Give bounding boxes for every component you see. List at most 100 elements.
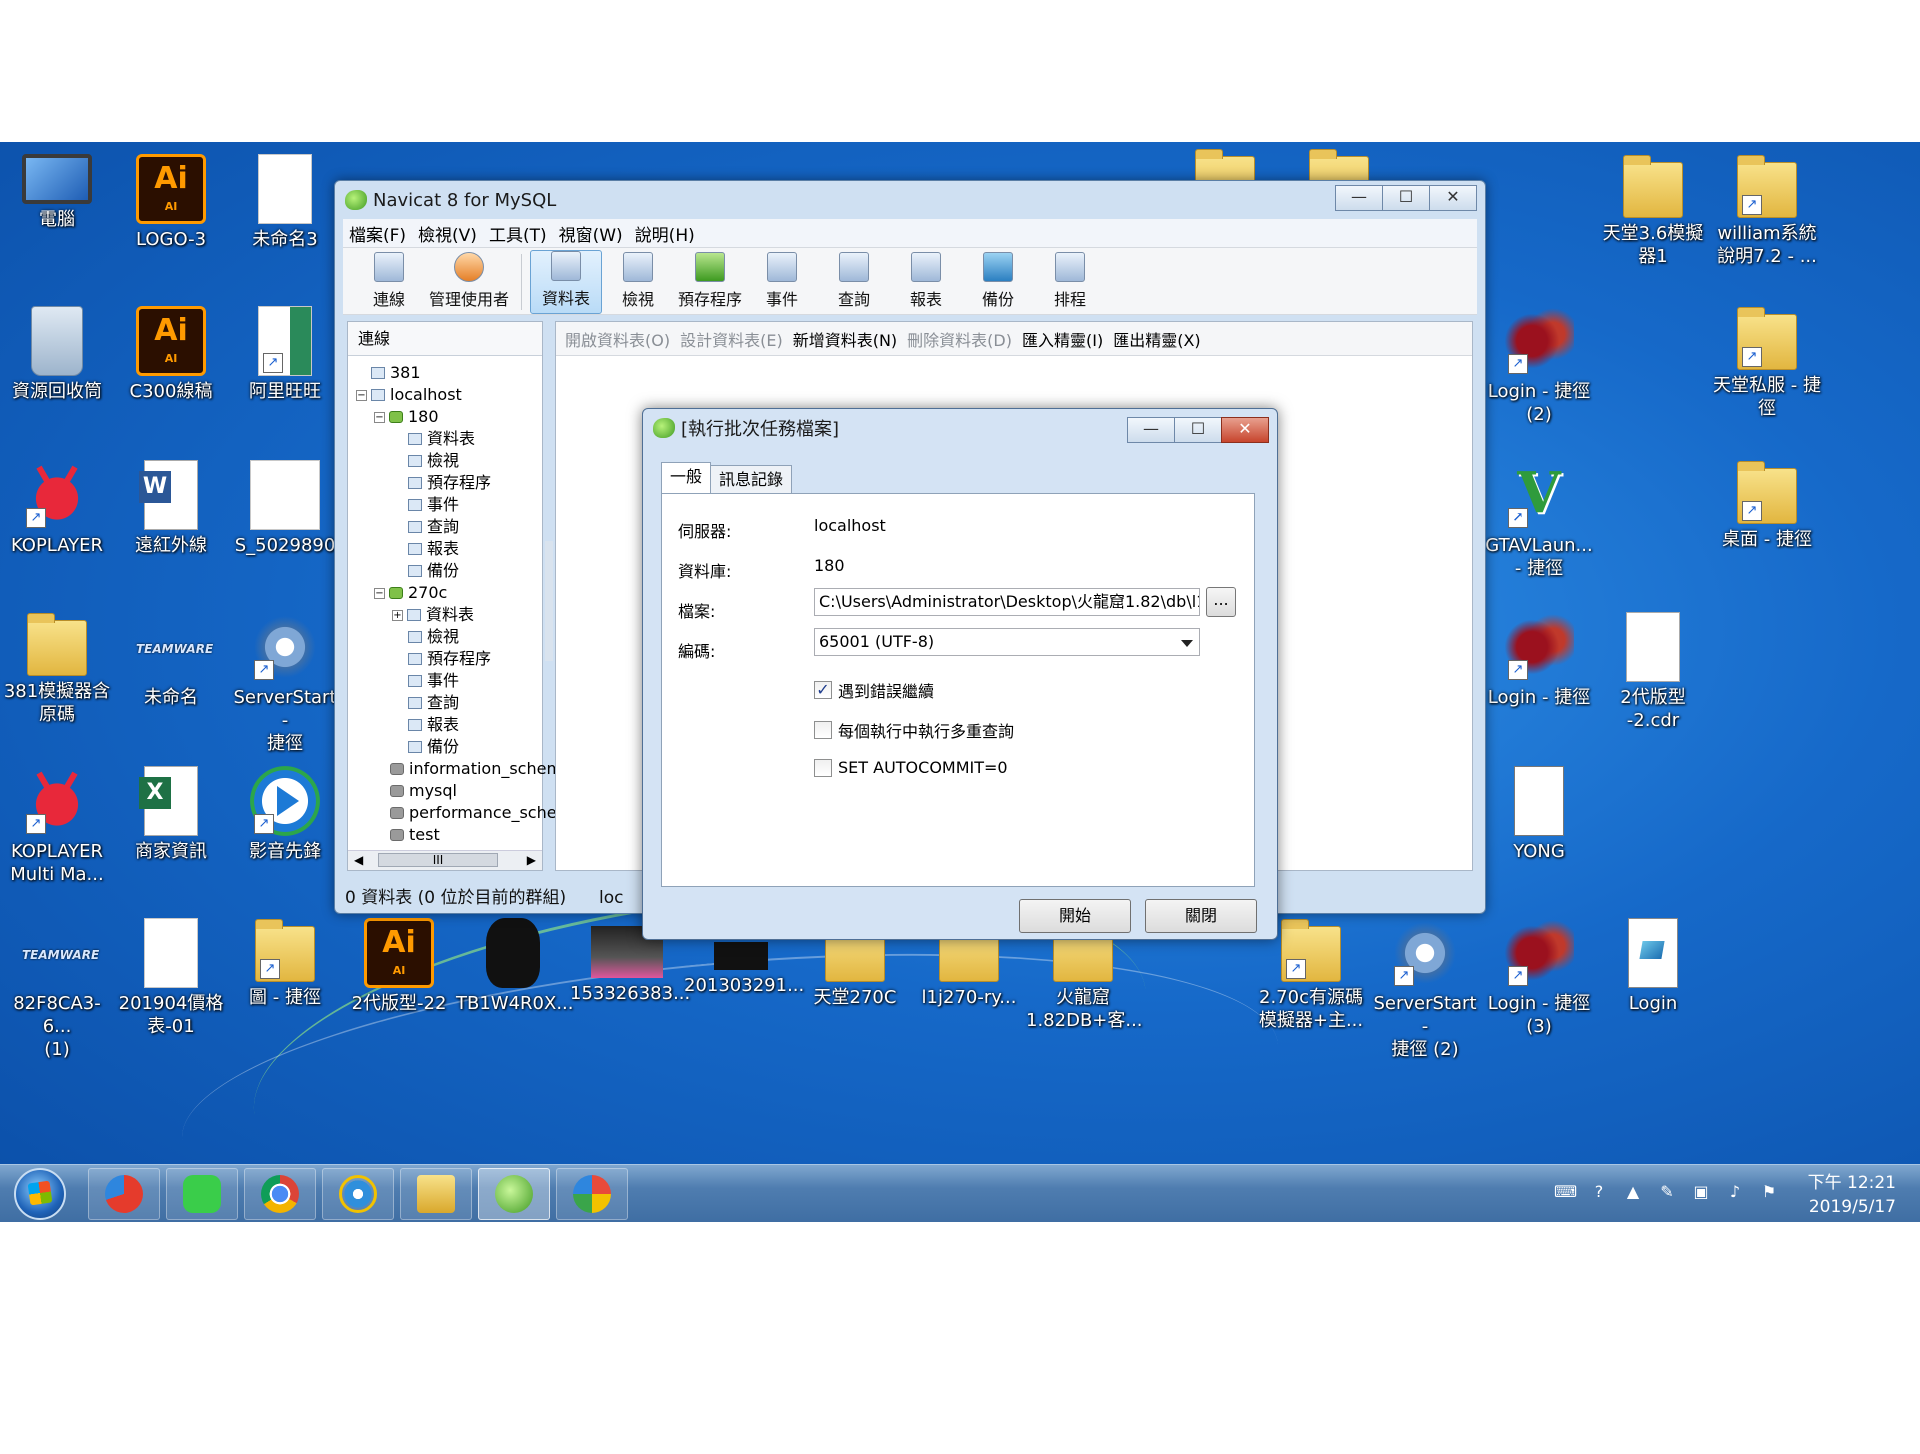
taskbar-line[interactable] [166,1168,238,1220]
tree-node-information-schema[interactable]: information_schem [390,758,562,780]
toolbar-reports-button[interactable]: 報表 [890,250,962,314]
toolbar-schedule-button[interactable]: 排程 [1034,250,1106,314]
maximize-button[interactable]: ☐ [1174,417,1222,443]
start-button[interactable]: 開始 [1019,899,1131,933]
tree-node-180-reports[interactable]: 報表 [408,538,459,560]
tab-general[interactable]: 一般 [661,462,712,493]
desktop-icon-s5029890[interactable]: S_5029890 [228,454,342,594]
taskbar-paint[interactable] [556,1168,628,1220]
tree-node-performance-schema[interactable]: performance_scher [390,802,563,824]
export-wizard-button[interactable]: 匯出精靈(X) [1108,327,1205,351]
menu-view[interactable]: 檢視(V) [412,221,483,246]
taskbar-ccleaner[interactable] [88,1168,160,1220]
desktop-icon-yong[interactable]: YONG [1482,760,1596,900]
minimize-button[interactable]: — [1127,417,1175,443]
checkbox-checked-icon[interactable]: ✓ [814,681,832,699]
desktop-icon-william[interactable]: ↗ william系統 說明7.2 - ... [1710,148,1824,288]
desktop-icon-alibaba[interactable]: ↗ 阿里旺旺 [228,300,342,440]
desktop-icon-login-shortcut[interactable]: ↗ Login - 捷徑 [1482,606,1596,746]
open-table-button[interactable]: 開啟資料表(O) [560,327,675,351]
scroll-left-icon[interactable]: ◀ [354,853,363,867]
desktop-icon-login2[interactable]: ↗ Login - 捷徑 (2) [1482,300,1596,440]
notification-icon[interactable]: ⚑ [1758,1181,1780,1203]
tree-expander[interactable]: − [374,411,385,423]
taskbar-navicat[interactable] [478,1168,550,1220]
checkbox-icon[interactable] [814,758,832,777]
tree-node-270c-views[interactable]: 檢視 [408,626,459,648]
desktop-icon-price-list[interactable]: 201904價格 表-01 [114,912,228,1052]
browse-button[interactable]: ... [1206,587,1236,617]
taskbar-chrome[interactable] [244,1168,316,1220]
tree-node-180-views[interactable]: 檢視 [408,450,459,472]
tree-expander[interactable]: − [374,587,385,599]
desktop-icon-gtav[interactable]: V ↗ GTAVLaun... - 捷徑 [1482,454,1596,594]
delete-table-button[interactable]: 刪除資料表(D) [902,327,1017,351]
tree-node-db-180[interactable]: − 180 [374,406,439,428]
tree-node-180-tables[interactable]: 資料表 [408,428,475,450]
maximize-button[interactable]: ☐ [1382,185,1430,211]
start-button[interactable] [14,1168,66,1220]
taskbar-explorer[interactable] [400,1168,472,1220]
desktop-icon-untitled3[interactable]: 未命名3 [228,148,342,288]
desktop-icon-c300[interactable]: Ai AI C300線稿 [114,300,228,440]
toolbar-tables-button[interactable]: 資料表 [530,250,602,314]
toolbar-events-button[interactable]: 事件 [746,250,818,314]
volume-icon[interactable]: ♪ [1724,1181,1746,1203]
encoding-select[interactable]: 65001 (UTF-8) [814,628,1200,656]
desktop-icon-login[interactable]: Login [1596,912,1710,1052]
toolbar-procedures-button[interactable]: 預存程序 [674,250,746,314]
tree-node-180-queries[interactable]: 查詢 [408,516,459,538]
desktop-icon-video-player[interactable]: ↗ 影音先鋒 [228,760,342,900]
desktop-icon-login3[interactable]: ↗ Login - 捷徑 (3) [1482,912,1596,1052]
close-button[interactable]: ✕ [1429,185,1477,211]
menu-file[interactable]: 檔案(F) [343,221,412,246]
tree-node-270c-backup[interactable]: 備份 [408,736,459,758]
desktop-icon-computer[interactable]: 電腦 [0,148,114,288]
desktop-icon-serverstart2[interactable]: ↗ ServerStart - 捷徑 (2) [1368,912,1482,1060]
desktop-icon-logo3[interactable]: Ai AI LOGO-3 [114,148,228,288]
batch-task-dialog[interactable]: [執行批次任務檔案] — ☐ ✕ 一般 訊息記錄 伺服器: localhost … [642,408,1278,940]
network-icon[interactable]: ▣ [1690,1181,1712,1203]
tree-node-270c-procedures[interactable]: 預存程序 [408,648,491,670]
tree-node-270c-tables[interactable]: + 資料表 [392,604,474,626]
desktop-icon-merchant-info[interactable]: 商家資訊 [114,760,228,900]
desktop-icon-gen2-22[interactable]: Ai AI 2代版型-22 [342,912,456,1052]
desktop-icon-recycle-bin[interactable]: 資源回收筒 [0,300,114,440]
toolbar-queries-button[interactable]: 查詢 [818,250,890,314]
connection-pane[interactable]: 連線 381 − localhost −180 資料表 檢視 預存程序 事件 查詢… [347,321,563,871]
desktop-icon-tb1w4r0x[interactable]: TB1W4R0X... [456,912,574,1052]
show-hidden-icons-icon[interactable]: ▲ [1622,1181,1644,1203]
import-wizard-button[interactable]: 匯入精靈(I) [1017,327,1108,351]
pen-icon[interactable]: ✎ [1656,1181,1678,1203]
tree-node-localhost[interactable]: − localhost [356,384,462,406]
desktop-icon-serverstart[interactable]: ↗ ServerStart - 捷徑 [228,606,342,754]
pane-splitter[interactable] [545,541,553,661]
system-clock[interactable]: 下午 12:21 2019/5/17 [1808,1171,1896,1219]
desktop-icon-desktop-shortcut[interactable]: ↗ 桌面 - 捷徑 [1710,454,1824,594]
tree-node-mysql[interactable]: mysql [390,780,457,802]
toolbar-views-button[interactable]: 檢視 [602,250,674,314]
tree-node-180-events[interactable]: 事件 [408,494,459,516]
desktop-icon-tiantang36[interactable]: 天堂3.6模擬 器1 [1596,148,1710,288]
tree-node-db-270c[interactable]: − 270c [374,582,447,604]
tree-node-381[interactable]: 381 [356,362,421,384]
horizontal-scrollbar[interactable]: ◀ III ▶ [348,850,542,870]
minimize-button[interactable]: — [1335,185,1383,211]
tree-node-270c-queries[interactable]: 查詢 [408,692,459,714]
tree-node-test[interactable]: test [390,824,440,846]
toolbar-manage-users-button[interactable]: 管理使用者 [425,250,513,314]
menu-window[interactable]: 視窗(W) [553,221,629,246]
desktop-icon-koplayer-multi[interactable]: ↗ KOPLAYER Multi Ma... [0,760,114,900]
desktop-icon-82f8ca3[interactable]: TEAMWARE 82F8CA3-6... (1) [0,912,114,1060]
scrollbar-thumb[interactable]: III [378,853,498,867]
desktop-icon-untitled[interactable]: TEAMWARE 未命名 [114,606,228,746]
toolbar-connection-button[interactable]: 連線 [353,250,425,314]
tab-message-log[interactable]: 訊息記錄 [710,465,793,493]
toolbar-backup-button[interactable]: 備份 [962,250,1034,314]
checkbox-icon[interactable] [814,721,832,739]
multi-query-checkbox[interactable]: 每個執行中執行多重查詢 [814,718,1014,742]
tree-node-270c-events[interactable]: 事件 [408,670,459,692]
tree-expander[interactable]: + [392,609,403,621]
menu-tools[interactable]: 工具(T) [483,221,553,246]
desktop-icon-pic-shortcut[interactable]: ↗ 圖 - 捷徑 [228,912,342,1052]
